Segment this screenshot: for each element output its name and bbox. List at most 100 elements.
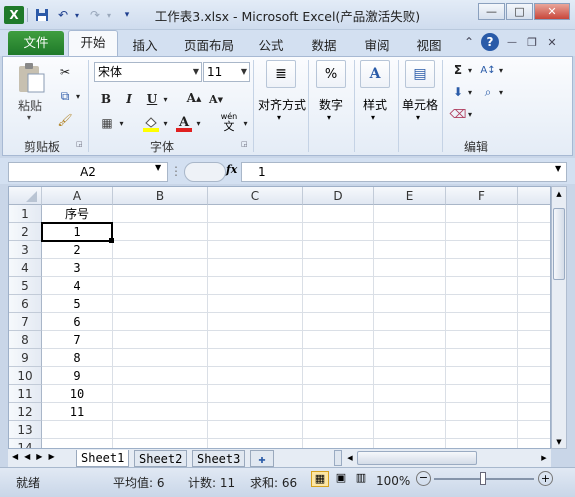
row-header-3[interactable]: 3: [9, 241, 42, 259]
expand-formula-bar-icon[interactable]: ▼: [555, 164, 561, 173]
cell[interactable]: [518, 295, 550, 313]
cell[interactable]: [518, 241, 550, 259]
tab-split-handle[interactable]: [334, 450, 342, 466]
cell[interactable]: [113, 403, 208, 421]
fill-icon[interactable]: ⬇: [450, 84, 466, 100]
cell[interactable]: [113, 385, 208, 403]
borders-icon[interactable]: ▦: [98, 114, 116, 132]
styles-button[interactable]: 样式: [356, 96, 394, 113]
cell[interactable]: [113, 439, 208, 448]
cell[interactable]: [374, 349, 446, 367]
phonetic-dropdown-icon[interactable]: ▾: [241, 114, 250, 132]
cell[interactable]: [208, 385, 303, 403]
workbook-close-icon[interactable]: ✕: [543, 33, 561, 51]
tab-insert[interactable]: 插入: [128, 35, 162, 55]
cell[interactable]: [208, 331, 303, 349]
cell[interactable]: 10: [42, 385, 113, 403]
cells-icon[interactable]: ▤: [405, 60, 435, 88]
cell[interactable]: [113, 277, 208, 295]
cell[interactable]: 11: [42, 403, 113, 421]
minimize-button[interactable]: —: [478, 3, 505, 20]
cell[interactable]: [374, 367, 446, 385]
cell[interactable]: [113, 331, 208, 349]
cell[interactable]: [113, 295, 208, 313]
tab-data[interactable]: 数据: [307, 35, 341, 55]
cell[interactable]: [303, 367, 374, 385]
cell[interactable]: [518, 259, 550, 277]
cell[interactable]: [518, 277, 550, 295]
row-header-8[interactable]: 8: [9, 331, 42, 349]
sort-filter-icon[interactable]: A↕: [479, 62, 497, 78]
cell[interactable]: [208, 439, 303, 448]
row-header-5[interactable]: 5: [9, 277, 42, 295]
formula-bar-splitter[interactable]: ⋮: [170, 162, 182, 182]
cell[interactable]: [208, 367, 303, 385]
cell[interactable]: [446, 277, 518, 295]
row-header-1[interactable]: 1: [9, 205, 42, 223]
cell[interactable]: [374, 241, 446, 259]
column-header-c[interactable]: C: [208, 187, 303, 205]
autosum-dropdown-icon[interactable]: ▾: [466, 62, 474, 78]
cell[interactable]: [208, 277, 303, 295]
column-header-a[interactable]: A: [42, 187, 113, 205]
cell[interactable]: [446, 385, 518, 403]
cell[interactable]: 序号: [42, 205, 113, 223]
cell[interactable]: [518, 385, 550, 403]
row-header-10[interactable]: 10: [9, 367, 42, 385]
cell[interactable]: [374, 205, 446, 223]
cut-icon[interactable]: ✂: [56, 64, 74, 80]
styles-icon[interactable]: A: [360, 60, 390, 88]
cell[interactable]: [518, 367, 550, 385]
cell[interactable]: [113, 205, 208, 223]
cell[interactable]: [42, 421, 113, 439]
cell[interactable]: [303, 403, 374, 421]
fill-dropdown-icon[interactable]: ▾: [466, 84, 474, 100]
cell[interactable]: [374, 331, 446, 349]
cell[interactable]: [374, 439, 446, 448]
cell[interactable]: [113, 259, 208, 277]
cell[interactable]: [518, 331, 550, 349]
cell[interactable]: [374, 259, 446, 277]
bold-button[interactable]: B: [98, 90, 114, 108]
cell[interactable]: [303, 295, 374, 313]
cells-dropdown-icon[interactable]: ▾: [416, 113, 420, 122]
cell[interactable]: 7: [42, 331, 113, 349]
cell[interactable]: [446, 205, 518, 223]
shrink-font-icon[interactable]: A ▼: [207, 90, 225, 108]
alignment-icon[interactable]: ≣: [266, 60, 296, 88]
fill-color-dropdown-icon[interactable]: ▾: [161, 114, 170, 132]
cell[interactable]: [374, 403, 446, 421]
cell[interactable]: [303, 439, 374, 448]
underline-button[interactable]: U: [144, 90, 160, 108]
alignment-button[interactable]: 对齐方式: [257, 96, 307, 113]
scroll-down-icon[interactable]: ▼: [553, 436, 565, 448]
paste-dropdown-icon[interactable]: ▾: [27, 113, 31, 122]
scroll-left-icon[interactable]: ◀: [344, 450, 356, 466]
cell[interactable]: [303, 259, 374, 277]
insert-sheet-icon[interactable]: ✚: [250, 450, 274, 467]
cell[interactable]: [303, 205, 374, 223]
cell[interactable]: [374, 277, 446, 295]
cell[interactable]: [208, 241, 303, 259]
cell[interactable]: 4: [42, 277, 113, 295]
cell[interactable]: [374, 313, 446, 331]
cell[interactable]: [446, 403, 518, 421]
zoom-in-icon[interactable]: +: [538, 471, 553, 486]
row-header-2[interactable]: 2: [9, 223, 42, 241]
minimize-ribbon-icon[interactable]: ⌃: [460, 33, 478, 51]
vertical-scroll-thumb[interactable]: [553, 208, 565, 280]
cell[interactable]: [518, 403, 550, 421]
format-painter-icon[interactable]: 🖌: [56, 112, 74, 128]
cell[interactable]: [208, 295, 303, 313]
sheet-tab-3[interactable]: Sheet3: [192, 450, 246, 467]
grow-font-icon[interactable]: A ▲: [185, 88, 203, 108]
cell[interactable]: 5: [42, 295, 113, 313]
row-header-9[interactable]: 9: [9, 349, 42, 367]
zoom-level[interactable]: 100%: [376, 474, 410, 488]
cell[interactable]: [446, 259, 518, 277]
font-launcher-icon[interactable]: ◲: [241, 140, 250, 149]
cell[interactable]: [518, 439, 550, 448]
borders-dropdown-icon[interactable]: ▾: [117, 114, 126, 132]
page-layout-view-icon[interactable]: ▣: [332, 471, 350, 487]
normal-view-icon[interactable]: ▦: [311, 471, 329, 487]
